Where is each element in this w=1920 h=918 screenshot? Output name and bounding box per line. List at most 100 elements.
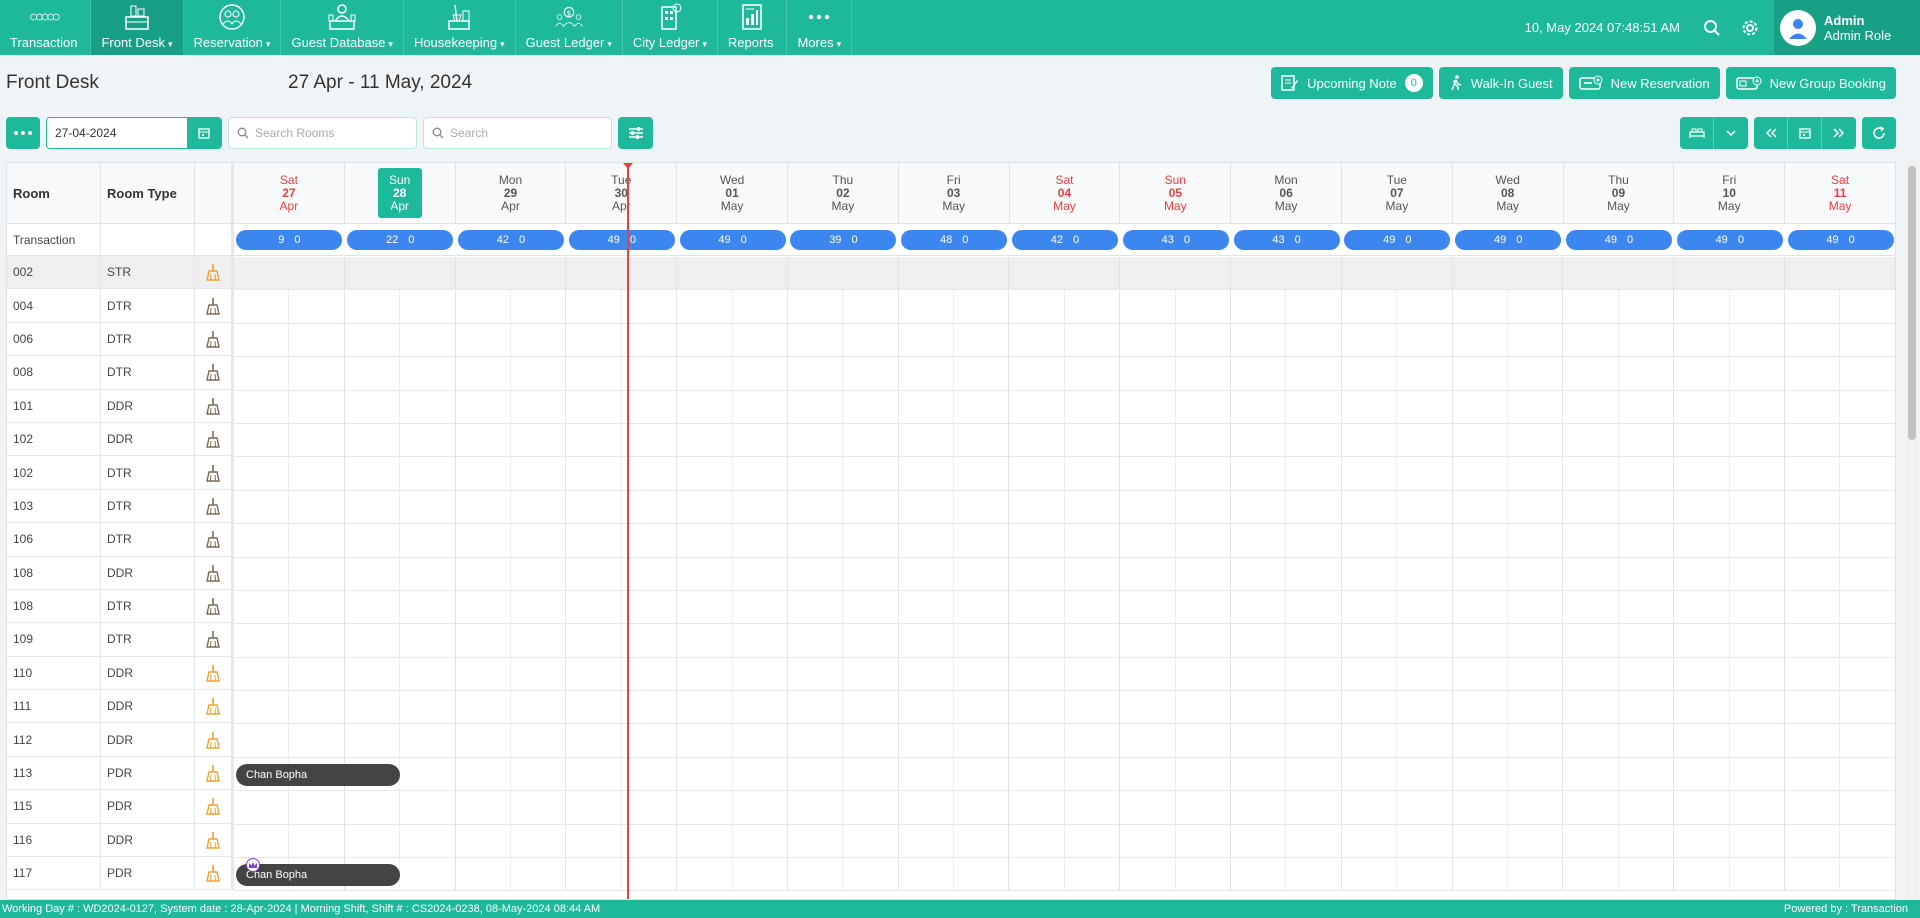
calendar-cell[interactable]: [899, 590, 955, 624]
calendar-cell[interactable]: [456, 691, 511, 724]
calendar-cell[interactable]: [733, 858, 788, 891]
calendar-cell[interactable]: [733, 290, 788, 323]
calendar-cell[interactable]: [1286, 557, 1342, 590]
calendar-cell[interactable]: [289, 457, 345, 490]
calendar-cell[interactable]: [1563, 724, 1619, 757]
room-row[interactable]: 108 DDR: [7, 556, 234, 590]
calendar-cell[interactable]: [1453, 390, 1508, 423]
calendar-cell[interactable]: [289, 691, 345, 724]
vertical-scrollbar[interactable]: [1906, 162, 1918, 900]
calendar-button[interactable]: [187, 118, 221, 148]
calendar-cell[interactable]: [954, 791, 1010, 824]
calendar-cell[interactable]: [954, 524, 1010, 557]
calendar-cell[interactable]: [566, 524, 622, 557]
calendar-cell[interactable]: [566, 490, 622, 524]
calendar-cell[interactable]: [289, 590, 345, 624]
calendar-cell[interactable]: [899, 791, 955, 824]
calendar-cell[interactable]: [677, 724, 733, 757]
calendar-cell[interactable]: [1176, 858, 1232, 891]
calendar-cell[interactable]: [400, 524, 456, 557]
calendar-cell[interactable]: [677, 590, 733, 624]
calendar-cell[interactable]: [345, 824, 401, 858]
room-row[interactable]: 004 DTR: [7, 289, 234, 323]
calendar-cell[interactable]: [1009, 423, 1065, 457]
housekeeping-broom-icon[interactable]: [195, 790, 234, 823]
calendar-cell[interactable]: [1176, 357, 1232, 390]
calendar-cell[interactable]: [1120, 757, 1176, 791]
calendar-cell[interactable]: [677, 357, 733, 390]
housekeeping-broom-icon[interactable]: [195, 389, 234, 422]
calendar-cell[interactable]: [843, 691, 899, 724]
calendar-cell[interactable]: [1785, 791, 1841, 824]
calendar-cell[interactable]: [400, 290, 456, 323]
availability-pill[interactable]: 43 0: [1122, 229, 1229, 250]
calendar-cell[interactable]: [511, 724, 567, 757]
calendar-cell[interactable]: [677, 290, 733, 323]
calendar-cell[interactable]: [566, 724, 622, 757]
calendar-cell[interactable]: [1397, 624, 1453, 657]
day-header[interactable]: Sat 04 May: [1010, 163, 1121, 223]
calendar-cell[interactable]: [788, 490, 844, 524]
calendar-cell[interactable]: [400, 490, 456, 524]
calendar-cell[interactable]: [733, 657, 788, 691]
calendar-cell[interactable]: [566, 257, 622, 290]
calendar-cell[interactable]: [1286, 357, 1342, 390]
calendar-cell[interactable]: [1674, 824, 1730, 858]
availability-pill[interactable]: 49 0: [1787, 229, 1894, 250]
calendar-cell[interactable]: [1342, 490, 1398, 524]
calendar-cell[interactable]: [1286, 724, 1342, 757]
calendar-cell[interactable]: [1674, 724, 1730, 757]
calendar-cell[interactable]: [566, 590, 622, 624]
calendar-cell[interactable]: [954, 423, 1010, 457]
calendar-cell[interactable]: [1453, 257, 1508, 290]
calendar-cell[interactable]: [345, 657, 401, 691]
calendar-cell[interactable]: [566, 858, 622, 891]
calendar-cell[interactable]: [1619, 457, 1675, 490]
room-row[interactable]: 117 PDR: [7, 857, 234, 891]
calendar-cell[interactable]: [1120, 524, 1176, 557]
walk-in-guest-button[interactable]: Walk-In Guest: [1438, 67, 1563, 99]
day-header[interactable]: Mon 29 Apr: [456, 163, 567, 223]
calendar-cell[interactable]: [1231, 524, 1287, 557]
calendar-cell[interactable]: [843, 557, 899, 590]
calendar-cell[interactable]: [899, 691, 955, 724]
calendar-cell[interactable]: [1286, 257, 1342, 290]
calendar-cell[interactable]: [622, 457, 678, 490]
calendar-cell[interactable]: [1231, 824, 1287, 858]
calendar-cell[interactable]: [1231, 557, 1287, 590]
calendar-cell[interactable]: [289, 323, 345, 357]
calendar-cell[interactable]: [622, 490, 678, 524]
calendar-cell[interactable]: [1231, 423, 1287, 457]
calendar-cell[interactable]: [456, 824, 511, 858]
calendar-cell[interactable]: [400, 590, 456, 624]
calendar-cell[interactable]: [1009, 524, 1065, 557]
calendar-cell[interactable]: [345, 423, 401, 457]
calendar-cell[interactable]: [456, 457, 511, 490]
calendar-cell[interactable]: [843, 390, 899, 423]
housekeeping-broom-icon[interactable]: [195, 556, 234, 589]
calendar-cell[interactable]: [1453, 724, 1508, 757]
calendar-cell[interactable]: [1619, 390, 1675, 423]
calendar-cell[interactable]: [1120, 257, 1176, 290]
availability-pill[interactable]: 49 0: [679, 229, 786, 250]
calendar-cell[interactable]: [289, 257, 345, 290]
calendar-cell[interactable]: [1785, 290, 1841, 323]
calendar-cell[interactable]: [622, 824, 678, 858]
calendar-cell[interactable]: [1009, 557, 1065, 590]
calendar-cell[interactable]: [1120, 357, 1176, 390]
calendar-cell[interactable]: [345, 624, 401, 657]
calendar-cell[interactable]: [1397, 724, 1453, 757]
calendar-cell[interactable]: [677, 657, 733, 691]
calendar-cell[interactable]: [1674, 524, 1730, 557]
calendar-cell[interactable]: [677, 490, 733, 524]
calendar-cell[interactable]: [1231, 858, 1287, 891]
calendar-cell[interactable]: [1674, 457, 1730, 490]
calendar-cell[interactable]: [400, 657, 456, 691]
calendar-cell[interactable]: [289, 657, 345, 691]
calendar-cell[interactable]: [1730, 657, 1785, 691]
calendar-cell[interactable]: [1840, 824, 1895, 858]
calendar-cell[interactable]: [954, 257, 1010, 290]
refresh-button[interactable]: [1862, 117, 1896, 149]
calendar-cell[interactable]: [788, 657, 844, 691]
calendar-cell[interactable]: [622, 590, 678, 624]
